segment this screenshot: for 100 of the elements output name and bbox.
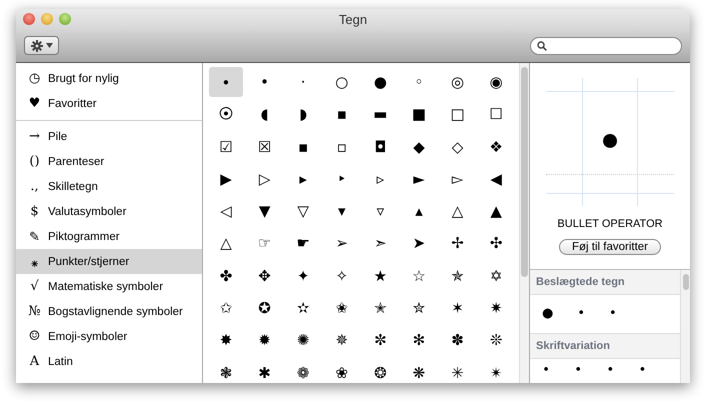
character-cell[interactable]: ▴: [402, 196, 436, 226]
character-cell[interactable]: ❀: [324, 358, 359, 383]
related-character[interactable]: ∙: [542, 362, 550, 378]
character-cell[interactable]: ◀: [479, 164, 514, 194]
character-cell[interactable]: □: [440, 99, 475, 130]
close-button[interactable]: [23, 13, 35, 25]
character-cell[interactable]: ▸: [286, 164, 320, 194]
character-cell[interactable]: ❋: [402, 358, 436, 383]
character-cell[interactable]: ➣: [363, 228, 398, 258]
character-cell[interactable]: ◇: [440, 132, 475, 162]
character-cell[interactable]: ❃: [209, 358, 243, 383]
character-cell[interactable]: ▬: [363, 99, 398, 130]
character-cell[interactable]: ▫: [324, 132, 359, 162]
related-character[interactable]: •: [609, 306, 617, 322]
character-cell[interactable]: △: [209, 228, 243, 258]
character-cell[interactable]: ◗: [286, 99, 320, 130]
zoom-button[interactable]: [59, 13, 71, 25]
character-cell[interactable]: ✻: [402, 325, 436, 356]
character-cell[interactable]: ✸: [209, 325, 243, 356]
character-cell[interactable]: ◦: [402, 67, 436, 97]
sidebar-item[interactable]: ., Skilletegn: [16, 174, 202, 199]
sidebar-item[interactable]: √ Matematiske symboler: [16, 274, 202, 299]
character-cell[interactable]: ▿: [363, 196, 398, 226]
character-cell[interactable]: ‣: [324, 164, 359, 194]
character-cell[interactable]: ✢: [440, 228, 475, 258]
character-cell[interactable]: ✯: [440, 260, 475, 291]
character-cell[interactable]: ▪: [324, 99, 359, 130]
character-cell[interactable]: ►: [402, 164, 436, 194]
character-cell[interactable]: ⦿: [209, 99, 243, 130]
character-cell[interactable]: ✽: [440, 325, 475, 356]
character-cell[interactable]: ✭: [363, 293, 398, 324]
sidebar-item[interactable]: № Bogstavlignende symboler: [16, 299, 202, 324]
character-cell[interactable]: ★: [363, 260, 398, 291]
character-cell[interactable]: ✥: [248, 260, 282, 291]
character-cell[interactable]: ▽: [286, 196, 320, 226]
character-cell[interactable]: ❁: [286, 358, 320, 383]
character-cell[interactable]: ➤: [402, 228, 436, 258]
character-cell[interactable]: △: [440, 196, 475, 226]
character-cell[interactable]: ◁: [209, 196, 243, 226]
character-cell[interactable]: ✩: [209, 293, 243, 324]
character-cell[interactable]: ◎: [440, 67, 475, 97]
add-to-favorites-button[interactable]: Føj til favoritter: [558, 239, 662, 255]
sidebar-item[interactable]: ✎ Piktogrammer: [16, 224, 202, 249]
character-cell[interactable]: ▹: [363, 164, 398, 194]
sidebar-item[interactable]: ⁕ Punkter/stjerner: [16, 249, 202, 274]
scrollbar[interactable]: [680, 270, 690, 383]
character-cell[interactable]: ▼: [248, 196, 282, 226]
character-cell[interactable]: ✵: [324, 325, 359, 356]
character-cell[interactable]: ☛: [286, 228, 320, 258]
scrollbar[interactable]: [519, 63, 529, 383]
character-cell[interactable]: ✧: [324, 260, 359, 291]
character-cell[interactable]: ☑: [209, 132, 243, 162]
character-cell[interactable]: ○: [324, 67, 359, 97]
character-cell[interactable]: ❖: [479, 132, 514, 162]
character-cell[interactable]: ▶: [209, 164, 243, 194]
character-cell[interactable]: ▲: [479, 196, 514, 226]
related-character[interactable]: ●: [542, 306, 554, 322]
character-cell[interactable]: ◘: [363, 132, 398, 162]
character-cell[interactable]: ☒: [248, 132, 282, 162]
character-cell[interactable]: ➢: [324, 228, 359, 258]
character-cell[interactable]: ☆: [402, 260, 436, 291]
character-cell[interactable]: ✤: [209, 260, 243, 291]
related-character[interactable]: •: [577, 306, 586, 322]
character-cell[interactable]: ✱: [248, 358, 282, 383]
character-cell[interactable]: ✼: [363, 325, 398, 356]
sidebar-item[interactable]: ♥ Favoritter: [16, 91, 202, 116]
character-cell[interactable]: ✺: [286, 325, 320, 356]
character-cell[interactable]: ∙: [209, 67, 243, 97]
sidebar-item[interactable]: ☺ Emoji-symboler: [16, 324, 202, 349]
character-cell[interactable]: ◖: [248, 99, 282, 130]
sidebar-item[interactable]: → Pile: [16, 124, 202, 149]
character-cell[interactable]: ✫: [286, 293, 320, 324]
action-menu-button[interactable]: [24, 36, 59, 55]
character-cell[interactable]: ✪: [248, 293, 282, 324]
character-cell[interactable]: ✷: [479, 293, 514, 324]
character-cell[interactable]: ❊: [479, 325, 514, 356]
character-cell[interactable]: ✦: [286, 260, 320, 291]
character-cell[interactable]: ☞: [248, 228, 282, 258]
character-cell[interactable]: ▷: [248, 164, 282, 194]
sidebar-item[interactable]: ◷ Brugt for nylig: [16, 66, 202, 91]
related-character[interactable]: ∙: [606, 362, 614, 378]
character-cell[interactable]: ✹: [248, 325, 282, 356]
character-cell[interactable]: ✬: [324, 293, 359, 324]
character-cell[interactable]: ✳: [440, 358, 475, 383]
minimize-button[interactable]: [41, 13, 53, 25]
sidebar-item[interactable]: A Latin: [16, 349, 202, 374]
character-cell[interactable]: ✶: [440, 293, 475, 324]
character-cell[interactable]: ·: [286, 67, 320, 97]
character-cell[interactable]: ☐: [479, 99, 514, 130]
related-character[interactable]: ∙: [574, 362, 582, 378]
related-character[interactable]: ∙: [638, 362, 647, 378]
character-cell[interactable]: ✮: [402, 293, 436, 324]
character-cell[interactable]: ✣: [479, 228, 514, 258]
sidebar-item[interactable]: () Parenteser: [16, 149, 202, 174]
sidebar-item[interactable]: $ Valutasymboler: [16, 199, 202, 224]
character-cell[interactable]: •: [248, 67, 282, 97]
character-cell[interactable]: ◆: [402, 132, 436, 162]
character-cell[interactable]: ●: [363, 67, 398, 97]
character-cell[interactable]: ▻: [440, 164, 475, 194]
character-cell[interactable]: ▾: [324, 196, 359, 226]
